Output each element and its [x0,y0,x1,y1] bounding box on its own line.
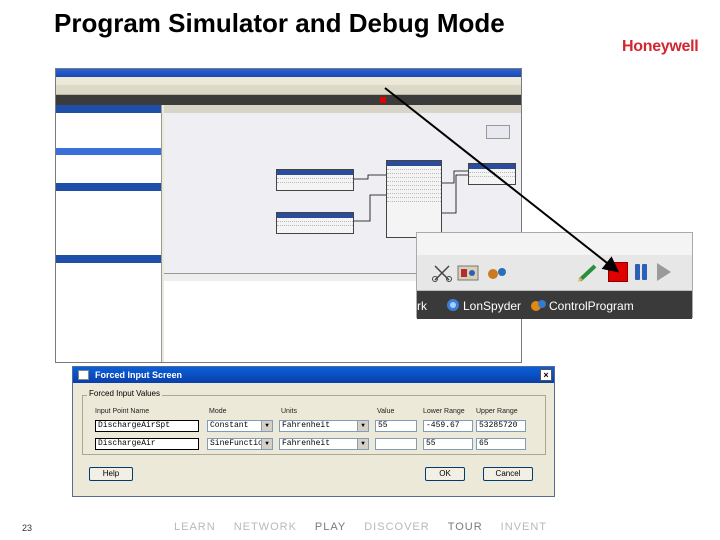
cancel-button[interactable]: Cancel [483,467,533,481]
tree-row[interactable] [56,270,161,277]
tree-row[interactable] [56,233,161,240]
nav-pane-header [56,105,161,113]
app-toolbar [56,85,521,95]
tree-row[interactable] [56,162,161,169]
col-header-upper-range: Upper Range [476,408,518,415]
tab-lonspyder[interactable]: LonSpyder [463,299,521,313]
mode-select[interactable]: SineFunction ▼ [207,438,273,450]
input-point-name-field[interactable]: DischargeAirSpt [95,420,199,432]
palette-header [56,183,161,191]
tree-row[interactable] [56,212,161,219]
footer-nav: LEARN NETWORK PLAY DISCOVER TOUR INVENT [174,521,565,533]
footer-nav-network: NETWORK [233,521,297,533]
lower-range-field[interactable]: -459.67 [423,420,473,432]
col-header-units: Units [281,408,297,415]
tree-row[interactable] [56,191,161,198]
app-titlebar [56,69,521,77]
network-icon[interactable] [487,264,509,282]
tree-row[interactable] [56,205,161,212]
nav-tree-pane [56,105,162,362]
upper-range-field[interactable]: 53285720 [476,420,526,432]
honeywell-logo: Honeywell [622,38,699,55]
group-label: Forced Input Values [87,389,163,398]
pause-button[interactable] [632,262,650,282]
tree-row[interactable] [56,219,161,226]
units-select[interactable]: Fahrenheit ▼ [279,438,369,450]
tree-row[interactable] [56,120,161,127]
mode-value: Constant [210,421,249,430]
upper-range-field[interactable]: 65 [476,438,526,450]
value-field[interactable] [375,438,417,450]
tree-row[interactable] [56,127,161,134]
footer-nav-invent: INVENT [500,521,548,533]
dialog-title: Forced Input Screen [95,370,183,380]
app-window-icon [78,370,89,380]
zoom-toolbar [417,255,692,291]
units-select[interactable]: Fahrenheit ▼ [279,420,369,432]
canvas-header [164,105,521,113]
footer-nav-tour: TOUR [447,521,483,533]
tree-row[interactable] [56,134,161,141]
value-field[interactable]: 55 [375,420,417,432]
tree-row[interactable] [56,198,161,205]
controlprogram-icon [531,300,546,311]
chevron-down-icon[interactable]: ▼ [261,421,272,431]
graphics-icon[interactable] [457,264,479,282]
ok-button[interactable]: OK [425,467,465,481]
dialog-titlebar: Forced Input Screen × [73,367,554,383]
mode-value: SineFunction [210,439,268,448]
toolbar-zoom-callout: rk LonSpyder ControlProgram [416,232,693,319]
app-tab-bar [56,95,521,105]
chevron-down-icon[interactable]: ▼ [261,439,272,449]
close-button[interactable]: × [540,369,552,381]
footer-nav-play: PLAY [314,521,347,533]
library-header [56,255,161,263]
scissors-icon[interactable] [431,264,453,282]
col-header-input-point-name: Input Point Name [95,408,150,415]
chevron-down-icon[interactable]: ▼ [357,421,368,431]
footer-nav-learn: LEARN [174,521,216,533]
units-value: Fahrenheit [282,421,331,430]
tree-row[interactable] [56,141,161,148]
zoom-tab-bar: rk LonSpyder ControlProgram [417,291,692,319]
tab-partial-label: rk [417,299,427,313]
play-button[interactable] [657,263,671,281]
col-header-value: Value [377,408,395,415]
zoom-top-strip [417,233,692,255]
lower-range-field[interactable]: 55 [423,438,473,450]
tree-row[interactable] [56,155,161,162]
tree-row-selected[interactable] [56,148,161,155]
input-point-name-field[interactable]: DischargeAir [95,438,199,450]
tab-controlprogram[interactable]: ControlProgram [549,299,634,313]
slide-title: Program Simulator and Debug Mode [54,8,505,38]
tree-row[interactable] [56,226,161,233]
tree-row[interactable] [56,240,161,247]
mode-select[interactable]: Constant ▼ [207,420,273,432]
units-value: Fahrenheit [282,439,331,448]
pencil-icon[interactable] [577,264,599,282]
lonspyder-icon [447,299,459,311]
col-header-mode: Mode [209,408,227,415]
chevron-down-icon[interactable]: ▼ [357,439,368,449]
stop-button[interactable] [608,262,628,282]
page-number: 23 [22,523,33,533]
app-menu-bar [56,77,521,85]
footer-nav-discover: DISCOVER [364,521,430,533]
tree-row[interactable] [56,263,161,270]
help-button[interactable]: Help [89,467,133,481]
forced-input-dialog: Forced Input Screen × Forced Input Value… [72,366,555,497]
stop-icon[interactable] [380,97,386,103]
col-header-lower-range: Lower Range [423,408,465,415]
tree-row[interactable] [56,113,161,120]
